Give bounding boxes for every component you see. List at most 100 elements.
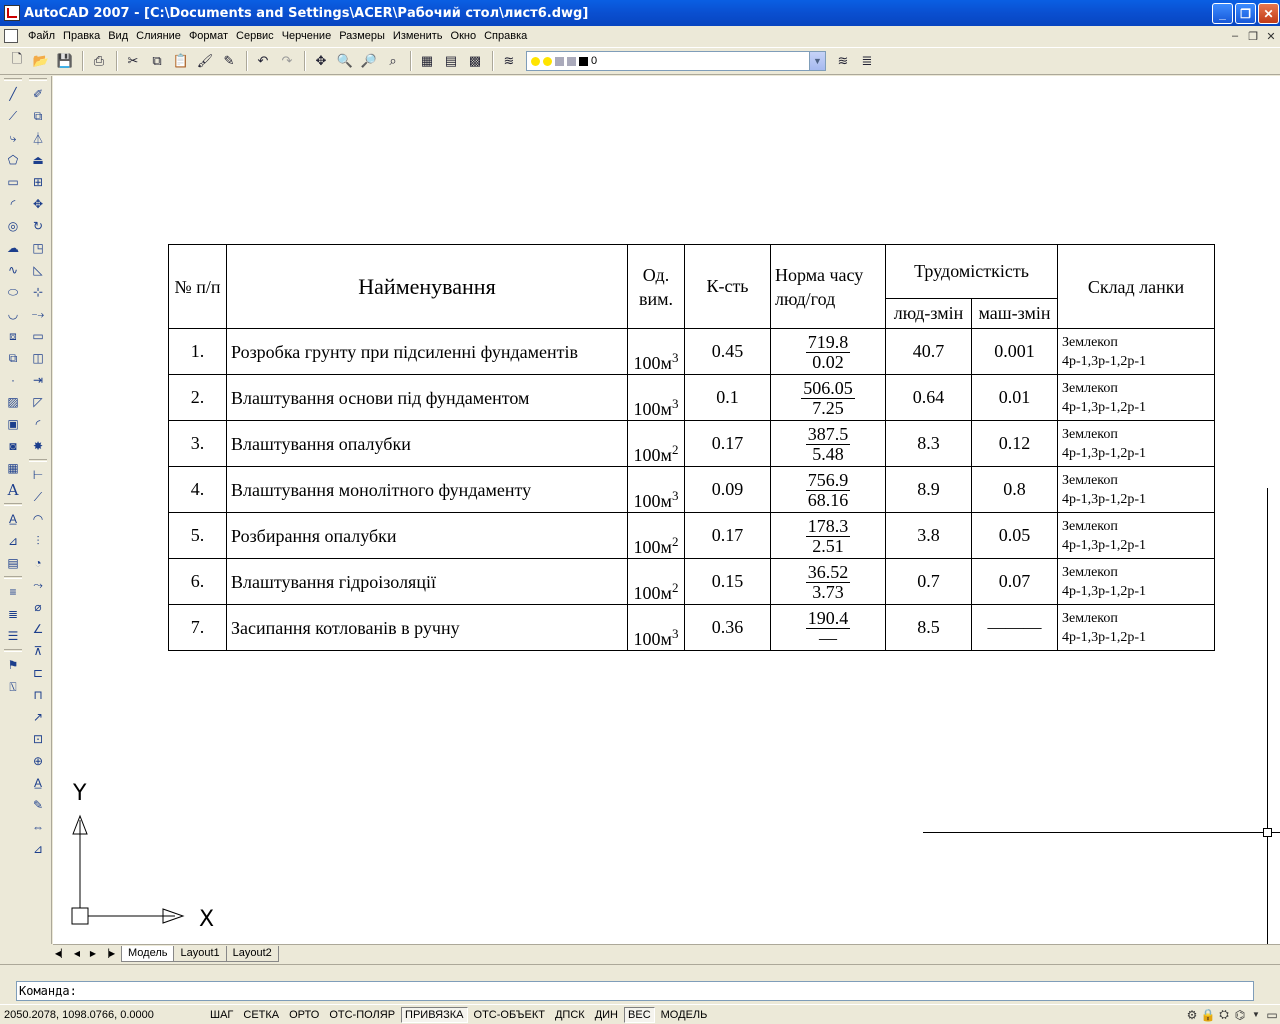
status-toggle-1[interactable]: СЕТКА <box>239 1007 283 1023</box>
coordinate-readout[interactable]: 2050.2078, 1098.0766, 0.0000 <box>0 1009 206 1021</box>
array-icon[interactable]: ⊞ <box>27 171 49 193</box>
text-style-icon[interactable]: A̲ <box>2 508 24 530</box>
trim-icon[interactable]: ⊹ <box>27 281 49 303</box>
status-toggle-3[interactable]: ОТС-ПОЛЯР <box>325 1007 399 1023</box>
close-button[interactable]: ✕ <box>1258 3 1279 24</box>
paste-icon[interactable]: 📋 <box>170 50 192 72</box>
tab-model[interactable]: Модель <box>121 945 175 962</box>
mirror-icon[interactable]: ⏃ <box>27 127 49 149</box>
gradient-icon[interactable]: ▣ <box>2 413 24 435</box>
menu-window[interactable]: Окно <box>447 30 481 42</box>
table-style-icon[interactable]: ▤ <box>2 552 24 574</box>
maximize-button[interactable]: ❐ <box>1235 3 1256 24</box>
hatch-icon[interactable]: ▨ <box>2 391 24 413</box>
revision-cloud-icon[interactable]: ☁ <box>2 237 24 259</box>
status-settings-icon[interactable]: ⛭ <box>1216 1007 1232 1023</box>
doc-close-button[interactable]: ✕ <box>1264 29 1278 43</box>
explode-icon[interactable]: ✸ <box>27 435 49 457</box>
communication-center-icon[interactable]: ⚙ <box>1184 1007 1200 1023</box>
table-icon[interactable]: ▦ <box>2 457 24 479</box>
offset-icon[interactable]: ⏏ <box>27 149 49 171</box>
fillet-icon[interactable]: ◜ <box>27 413 49 435</box>
menu-file[interactable]: Файл <box>24 30 59 42</box>
break-icon[interactable]: ◫ <box>27 347 49 369</box>
chevron-down-icon[interactable]: ▼ <box>809 52 825 70</box>
menu-merge[interactable]: Слияние <box>132 30 185 42</box>
minimize-button[interactable]: _ <box>1212 3 1233 24</box>
undo-icon[interactable]: ↶ <box>252 50 274 72</box>
polyline-icon[interactable]: ⤷ <box>2 127 24 149</box>
open-file-icon[interactable]: 📂 <box>30 50 52 72</box>
dimension-edit-icon[interactable]: A̲ <box>27 772 49 794</box>
baseline-dimension-icon[interactable]: ⊏ <box>27 662 49 684</box>
layer-dropdown[interactable]: 0 ▼ <box>526 51 826 71</box>
polygon-icon[interactable]: ⬠ <box>2 149 24 171</box>
make-layer-current-icon[interactable]: ≋ <box>832 50 854 72</box>
point-icon[interactable]: · <box>2 369 24 391</box>
command-input[interactable]: Команда: <box>16 981 1254 1001</box>
multileader-icon[interactable]: ⚑ <box>2 654 24 676</box>
zoom-previous-icon[interactable]: ⌕ <box>382 50 404 72</box>
move-icon[interactable]: ✥ <box>27 193 49 215</box>
design-center-icon[interactable]: ▤ <box>440 50 462 72</box>
menu-tools[interactable]: Сервис <box>232 30 278 42</box>
annotation-scale-icon[interactable]: ⌬ <box>1232 1007 1248 1023</box>
calculator-icon[interactable]: ▩ <box>464 50 486 72</box>
menu-help[interactable]: Справка <box>480 30 531 42</box>
document-icon[interactable] <box>4 29 18 43</box>
pan-icon[interactable]: ✥ <box>310 50 332 72</box>
tab-layout2[interactable]: Layout2 <box>225 945 279 962</box>
layer-previous-icon[interactable]: ≣ <box>856 50 878 72</box>
menu-view[interactable]: Вид <box>104 30 132 42</box>
cut-icon[interactable]: ✂ <box>122 50 144 72</box>
construction-line-icon[interactable]: ⟋ <box>2 105 24 127</box>
tab-layout1[interactable]: Layout1 <box>173 945 227 962</box>
insert-block-icon[interactable]: ⧈ <box>2 325 24 347</box>
status-toggle-7[interactable]: ДИН <box>591 1007 622 1023</box>
tab-prev-icon[interactable]: ◀ <box>69 947 85 961</box>
quick-dimension-icon[interactable]: ⊼ <box>27 640 49 662</box>
dim-text-icon[interactable]: ⍂ <box>2 676 24 698</box>
doc-restore-button[interactable]: ❐ <box>1246 29 1260 43</box>
status-toggle-8[interactable]: ВЕС <box>624 1006 655 1023</box>
new-file-icon[interactable]: 🗋 <box>6 50 28 72</box>
tolerance-icon[interactable]: ⊡ <box>27 728 49 750</box>
extend-icon[interactable]: ⤍ <box>27 303 49 325</box>
arc-length-icon[interactable]: ◠ <box>27 508 49 530</box>
scale-icon[interactable]: ◳ <box>27 237 49 259</box>
linear-dimension-icon[interactable]: ⊢ <box>27 464 49 486</box>
angular-dimension-icon[interactable]: ∠ <box>27 618 49 640</box>
menu-modify[interactable]: Изменить <box>389 30 447 42</box>
layer-states-icon[interactable]: ☰ <box>2 625 24 647</box>
spline-icon[interactable]: ∿ <box>2 259 24 281</box>
save-icon[interactable]: 💾 <box>54 50 76 72</box>
dimension-update-icon[interactable]: ⇔ <box>27 816 49 838</box>
layer-manager-icon[interactable]: ≋ <box>498 50 520 72</box>
circle-icon[interactable]: ◎ <box>2 215 24 237</box>
status-toggle-6[interactable]: ДПСК <box>551 1007 589 1023</box>
arc-icon[interactable]: ◜ <box>2 193 24 215</box>
status-toggle-2[interactable]: ОРТО <box>285 1007 323 1023</box>
center-mark-icon[interactable]: ⊕ <box>27 750 49 772</box>
clean-screen-icon[interactable]: ▭ <box>1264 1007 1280 1023</box>
menu-draw[interactable]: Черчение <box>278 30 336 42</box>
dimension-style-icon[interactable]: ⊿ <box>2 530 24 552</box>
aligned-dimension-icon[interactable]: ⟋ <box>27 486 49 508</box>
match-properties-icon[interactable]: 🖌 <box>194 50 216 72</box>
line-icon[interactable]: ╱ <box>2 83 24 105</box>
chamfer-icon[interactable]: ◸ <box>27 391 49 413</box>
menu-format[interactable]: Формат <box>185 30 232 42</box>
rectangle-icon[interactable]: ▭ <box>2 171 24 193</box>
make-block-icon[interactable]: ⧉ <box>2 347 24 369</box>
diameter-dimension-icon[interactable]: ⌀ <box>27 596 49 618</box>
erase-icon[interactable]: ✐ <box>27 83 49 105</box>
stretch-icon[interactable]: ◺ <box>27 259 49 281</box>
print-icon[interactable]: ⎙ <box>88 50 110 72</box>
status-toggle-0[interactable]: ШАГ <box>206 1007 237 1023</box>
copy-icon[interactable]: ⧉ <box>146 50 168 72</box>
lock-icon[interactable]: 🔒 <box>1200 1007 1216 1023</box>
block-editor-icon[interactable]: ✎ <box>218 50 240 72</box>
menu-dimension[interactable]: Размеры <box>335 30 389 42</box>
rotate-icon[interactable]: ↻ <box>27 215 49 237</box>
ellipse-icon[interactable]: ⬭ <box>2 281 24 303</box>
